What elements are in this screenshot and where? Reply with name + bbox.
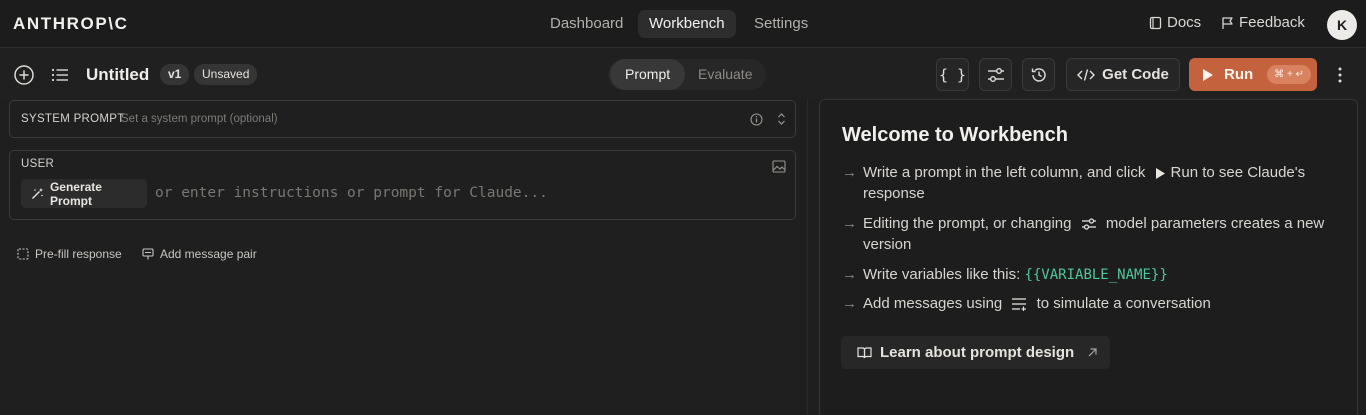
prefill-response-button[interactable]: Pre-fill response <box>17 247 122 261</box>
mode-evaluate[interactable]: Evaluate <box>683 59 767 90</box>
arrow-right-icon: → <box>842 266 857 283</box>
book-icon <box>1149 16 1162 29</box>
avatar[interactable]: K <box>1327 10 1357 40</box>
user-prompt-input[interactable]: or enter instructions or prompt for Clau… <box>155 185 548 201</box>
user-label: USER <box>21 158 55 170</box>
plus-circle-icon <box>13 64 34 85</box>
message-plus-icon <box>142 248 154 260</box>
model-settings-button[interactable] <box>979 58 1012 91</box>
play-icon <box>1203 68 1213 81</box>
chevron-up-down-icon <box>777 113 785 125</box>
feedback-link[interactable]: Feedback <box>1221 14 1305 31</box>
image-icon <box>771 160 786 173</box>
tab-settings[interactable]: Settings <box>743 10 819 38</box>
welcome-title: Welcome to Workbench <box>842 124 1068 146</box>
arrow-right-icon: → <box>842 295 857 312</box>
top-navigation: ANTHROP\C Dashboard Workbench Settings D… <box>0 0 1366 48</box>
braces-icon: { } <box>938 65 967 84</box>
step4-text-a: Add messages using <box>863 295 1003 312</box>
prefill-label: Pre-fill response <box>35 247 122 261</box>
docs-label: Docs <box>1167 14 1202 31</box>
logo[interactable]: ANTHROP\C <box>13 14 128 34</box>
arrow-right-icon: → <box>842 215 857 232</box>
info-icon <box>749 112 763 126</box>
more-vertical-icon <box>1338 67 1342 83</box>
list-icon <box>51 68 68 81</box>
welcome-step-2: → Editing the prompt, or changing model … <box>842 213 1332 255</box>
add-messages-icon <box>1012 298 1027 312</box>
welcome-step-3: → Write variables like this: {{VARIABLE_… <box>842 264 1332 286</box>
arrow-up-right-icon <box>1088 348 1097 357</box>
feedback-label: Feedback <box>1239 14 1305 31</box>
generate-prompt-label: Generate Prompt <box>49 179 102 208</box>
dashed-square-icon <box>17 248 29 260</box>
docs-link[interactable]: Docs <box>1149 14 1201 31</box>
run-label: Run <box>1224 66 1254 83</box>
run-button[interactable]: Run ⌘ + ↵ <box>1189 58 1317 91</box>
history-button[interactable] <box>1022 58 1055 91</box>
system-prompt-expand[interactable] <box>775 111 787 127</box>
welcome-step-1: → Write a prompt in the left column, and… <box>842 162 1332 204</box>
variable-example: {{VARIABLE_NAME}} <box>1024 267 1168 283</box>
new-prompt-button[interactable] <box>11 62 36 87</box>
generate-prompt-button[interactable]: Generate Prompt <box>21 179 147 208</box>
flag-icon <box>1222 16 1233 29</box>
tab-dashboard[interactable]: Dashboard <box>539 10 634 38</box>
add-image-button[interactable] <box>771 159 786 174</box>
learn-label: Learn about prompt design <box>880 344 1075 361</box>
sliders-icon <box>1081 218 1096 230</box>
json-view-button[interactable]: { } <box>936 58 969 91</box>
play-icon <box>1155 167 1165 179</box>
status-badge: Unsaved <box>194 64 258 85</box>
learn-prompt-design-link[interactable]: Learn about prompt design <box>841 336 1110 369</box>
add-message-pair-button[interactable]: Add message pair <box>142 247 257 261</box>
system-prompt-label: SYSTEM PROMPT <box>21 113 125 125</box>
get-code-button[interactable]: Get Code <box>1066 58 1180 91</box>
step4-text-b: to simulate a conversation <box>1036 295 1211 312</box>
open-book-icon <box>857 347 872 359</box>
tab-workbench[interactable]: Workbench <box>638 10 736 38</box>
system-prompt-input[interactable]: Set a system prompt (optional) <box>121 113 278 125</box>
welcome-step-4: → Add messages using to simulate a conve… <box>842 293 1332 314</box>
prompt-title[interactable]: Untitled <box>86 65 149 85</box>
history-icon <box>1031 67 1046 82</box>
prompt-list-button[interactable] <box>49 62 71 87</box>
arrow-right-icon: → <box>842 164 857 181</box>
step3-text-a: Write variables like this: <box>863 266 1021 283</box>
step2-text-a: Editing the prompt, or changing <box>863 215 1072 232</box>
code-icon <box>1077 68 1096 81</box>
sliders-icon <box>987 67 1004 82</box>
system-prompt-info[interactable] <box>749 112 763 126</box>
run-shortcut: ⌘ + ↵ <box>1267 65 1311 84</box>
more-menu-button[interactable] <box>1333 64 1347 86</box>
magic-wand-icon <box>32 188 43 199</box>
step1-text-a: Write a prompt in the left column, and c… <box>863 164 1146 181</box>
version-badge[interactable]: v1 <box>160 64 190 85</box>
get-code-label: Get Code <box>1102 66 1169 83</box>
add-pair-label: Add message pair <box>160 247 257 261</box>
mode-prompt[interactable]: Prompt <box>610 59 686 90</box>
